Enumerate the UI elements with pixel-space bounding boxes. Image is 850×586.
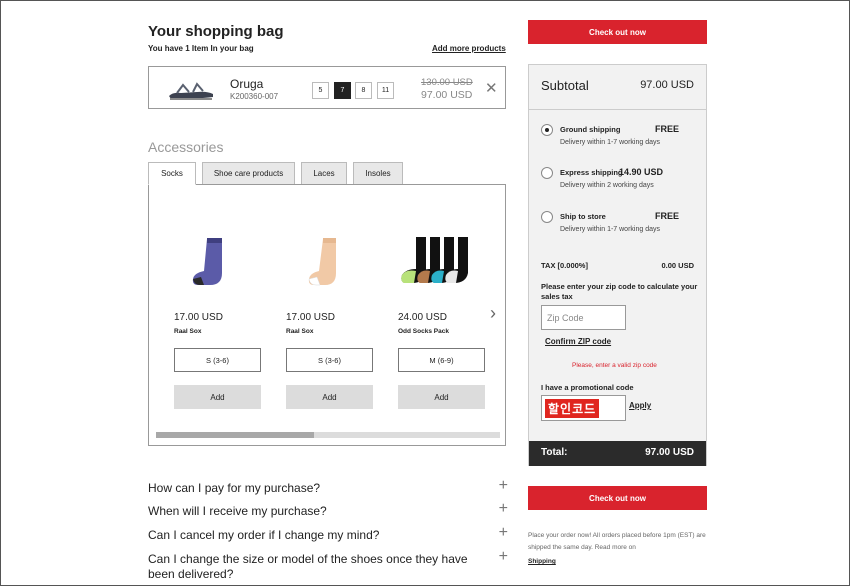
chevron-right-icon[interactable]: ›	[490, 303, 496, 324]
faq-question: When will I receive my purchase?	[148, 504, 327, 518]
apply-promo-link[interactable]: Apply	[629, 401, 651, 410]
add-button[interactable]: Add	[174, 385, 261, 409]
item-code: K200360-007	[230, 92, 279, 101]
item-original-price: 130.00 USD	[421, 77, 473, 88]
radio-button[interactable]	[541, 211, 553, 223]
order-summary: Subtotal 97.00 USD Ground shipping FREE …	[528, 64, 707, 466]
plus-icon[interactable]: +	[499, 525, 508, 541]
promo-code-stamp: 할인코드	[545, 399, 600, 418]
shipping-price: 14.90 USD	[619, 167, 664, 177]
carousel-scrollbar[interactable]	[156, 432, 500, 438]
subtotal-label: Subtotal	[541, 78, 589, 93]
faq-question: Can I cancel my order if I change my min…	[148, 528, 380, 542]
sock-image	[308, 238, 336, 286]
product-name: Raal Sox	[174, 328, 202, 335]
product-price: 17.00 USD	[174, 312, 223, 323]
item-sale-price: 97.00 USD	[421, 89, 473, 101]
radio-button[interactable]	[541, 167, 553, 179]
size-select[interactable]: S (3-6)	[286, 348, 373, 372]
faq-item[interactable]: Can I cancel my order if I change my min…	[148, 525, 508, 543]
size-select[interactable]: S (3-6)	[174, 348, 261, 372]
product-name: Raal Sox	[286, 328, 314, 335]
divider	[529, 109, 706, 110]
faq-question: Can I change the size or model of the sh…	[148, 552, 468, 581]
cart-item: Oruga K200360-007 5 7 8 11 130.00 USD 97…	[148, 66, 506, 109]
page-title: Your shopping bag	[148, 23, 284, 40]
size-option-5[interactable]: 5	[312, 82, 329, 99]
tax-value: 0.00 USD	[661, 261, 694, 270]
zip-prompt: Please enter your zip code to calculate …	[541, 282, 698, 301]
promo-code-field[interactable]: 할인코드	[541, 395, 626, 421]
size-option-11[interactable]: 11	[377, 82, 394, 99]
shipping-name: Ship to store	[560, 212, 606, 221]
zip-error-message: Please, enter a valid zip code	[572, 362, 657, 369]
confirm-zip-link[interactable]: Confirm ZIP code	[545, 337, 611, 346]
size-option-7[interactable]: 7	[334, 82, 351, 99]
size-select[interactable]: M (6-9)	[398, 348, 485, 372]
shipping-price: FREE	[655, 211, 680, 221]
accessories-title: Accessories	[148, 139, 224, 155]
item-name: Oruga	[230, 77, 264, 91]
radio-button[interactable]	[541, 124, 553, 136]
subtotal-value: 97.00 USD	[640, 79, 694, 91]
promo-label: I have a promotional code	[541, 383, 634, 392]
faq-item[interactable]: Can I change the size or model of the sh…	[148, 549, 508, 582]
sandal-image	[169, 82, 213, 100]
tab-insoles[interactable]: Insoles	[353, 162, 403, 185]
plus-icon[interactable]: +	[499, 549, 508, 565]
shipping-name: Express shipping	[560, 168, 623, 177]
product-name: Odd Socks Pack	[398, 328, 449, 335]
product-price: 24.00 USD	[398, 312, 447, 323]
sock-image	[192, 238, 222, 285]
product-price: 17.00 USD	[286, 312, 335, 323]
shipping-name: Ground shipping	[560, 125, 621, 134]
zip-code-input[interactable]	[541, 305, 626, 330]
shipping-link[interactable]: Shipping	[528, 558, 556, 565]
shipping-note: Delivery within 1-7 working days	[560, 226, 660, 233]
scrollbar-thumb[interactable]	[156, 432, 315, 438]
faq-item[interactable]: How can I pay for my purchase? +	[148, 478, 508, 496]
add-button[interactable]: Add	[286, 385, 373, 409]
shipping-note-text: Place your order now! All orders placed …	[528, 532, 706, 551]
plus-icon[interactable]: +	[499, 501, 508, 517]
bag-item-count: You have 1 Item In your bag	[148, 44, 254, 53]
size-option-8[interactable]: 8	[355, 82, 372, 99]
shipping-price: FREE	[655, 124, 680, 134]
faq-question: How can I pay for my purchase?	[148, 481, 321, 495]
tab-laces[interactable]: Laces	[301, 162, 347, 185]
socks-pack-image	[401, 237, 468, 283]
total-bar: Total: 97.00 USD	[529, 441, 706, 466]
add-more-products-link[interactable]: Add more products	[432, 44, 506, 53]
total-value: 97.00 USD	[645, 447, 694, 458]
close-icon[interactable]: ✕	[485, 79, 498, 97]
shipping-note: Delivery within 1-7 working days	[560, 139, 660, 146]
tab-socks[interactable]: Socks	[148, 162, 196, 185]
tab-shoe-care-products[interactable]: Shoe care products	[202, 162, 295, 185]
checkout-button-bottom[interactable]: Check out now	[528, 486, 707, 510]
plus-icon[interactable]: +	[499, 478, 508, 494]
add-button[interactable]: Add	[398, 385, 485, 409]
faq-item[interactable]: When will I receive my purchase? +	[148, 501, 508, 519]
checkout-button[interactable]: Check out now	[528, 20, 707, 44]
total-label: Total:	[541, 447, 568, 458]
shipping-note: Delivery within 2 working days	[560, 182, 654, 189]
accessories-panel: 17.00 USD Raal Sox S (3-6) Add 17.00 USD…	[148, 184, 506, 446]
tax-label: TAX [0.000%]	[541, 261, 588, 270]
